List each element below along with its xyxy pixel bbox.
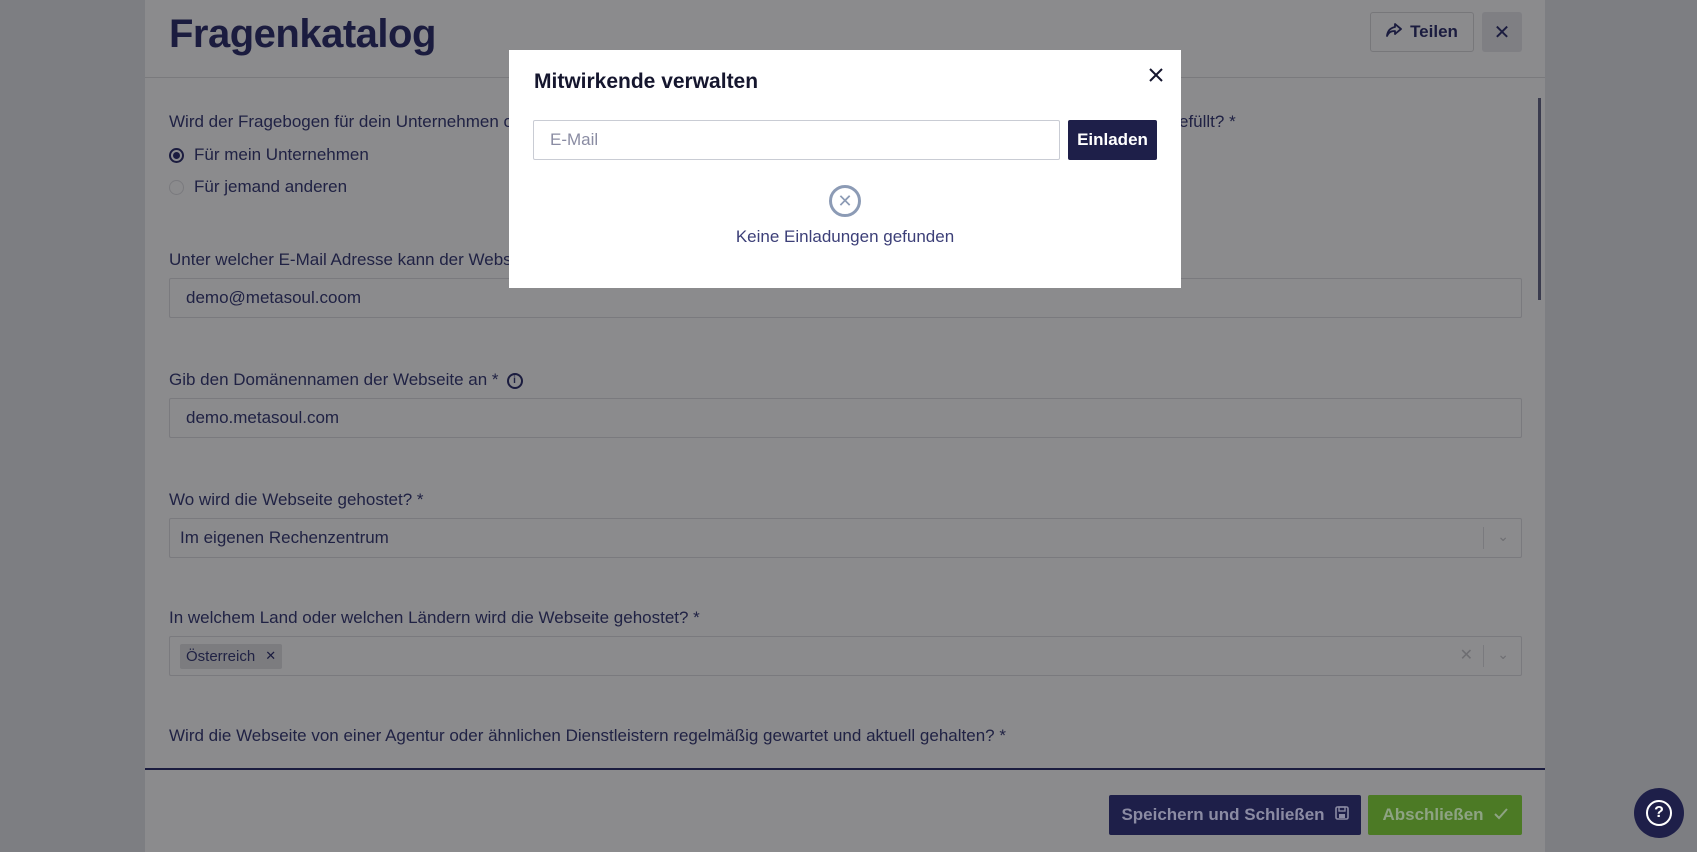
- question-1-label: Wird der Fragebogen für dein Unternehmen…: [169, 112, 513, 131]
- question-4-label: Wo wird die Webseite gehostet? *: [169, 490, 424, 509]
- check-icon: [1493, 805, 1508, 825]
- question-3-label: Gib den Domänennamen der Webseite an * i: [169, 370, 523, 390]
- select-separator: [1483, 645, 1484, 667]
- question-5-label: In welchem Land oder welchen Ländern wir…: [169, 608, 700, 627]
- question-1-label-tail: efüllt? *: [1179, 112, 1236, 131]
- domain-field[interactable]: demo.metasoul.com: [169, 398, 1522, 438]
- empty-circle-x-icon: ✕: [829, 185, 861, 217]
- clear-icon[interactable]: ✕: [1460, 645, 1473, 665]
- select-separator: [1483, 527, 1484, 549]
- invite-button[interactable]: Einladen: [1068, 120, 1157, 160]
- question-2-label: Unter welcher E-Mail Adresse kann der We…: [169, 250, 512, 269]
- share-icon: [1386, 22, 1402, 42]
- help-button[interactable]: ?: [1634, 788, 1684, 838]
- save-icon: [1334, 805, 1349, 825]
- finish-button[interactable]: Abschließen: [1368, 795, 1522, 835]
- chevron-down-icon[interactable]: ⌄: [1497, 646, 1509, 663]
- question-6-label: Wird die Webseite von einer Agentur oder…: [169, 726, 1006, 745]
- close-icon: ✕: [1493, 21, 1511, 44]
- modal-title: Mitwirkende verwalten: [534, 70, 759, 93]
- country-chip: Österreich ✕: [180, 643, 283, 669]
- radio-selected-icon: [169, 147, 184, 163]
- share-button[interactable]: Teilen: [1370, 12, 1474, 52]
- help-icon: ?: [1646, 800, 1672, 826]
- page-title: Fragenkatalog: [169, 12, 436, 56]
- close-page-button[interactable]: ✕: [1482, 12, 1522, 52]
- hosting-select[interactable]: Im eigenen Rechenzentrum ⌄: [169, 518, 1522, 558]
- modal-close-button[interactable]: [1143, 62, 1169, 88]
- manage-contributors-modal: Mitwirkende verwalten Einladen ✕ Keine E…: [509, 50, 1181, 288]
- footer-bar: Speichern und Schließen Abschließen: [145, 768, 1545, 852]
- radio-unselected-icon: [169, 179, 184, 195]
- chevron-down-icon[interactable]: ⌄: [1497, 528, 1509, 545]
- chip-remove-icon[interactable]: ✕: [265, 648, 276, 664]
- info-icon[interactable]: i: [506, 372, 523, 389]
- invite-email-input[interactable]: [533, 120, 1060, 160]
- radio-someone-else[interactable]: Für jemand anderen: [169, 177, 347, 197]
- country-multiselect[interactable]: Österreich ✕ ✕ ⌄: [169, 636, 1522, 676]
- radio-own-company[interactable]: Für mein Unternehmen: [169, 145, 369, 165]
- empty-state-text: Keine Einladungen gefunden: [735, 227, 955, 246]
- close-icon: [1149, 68, 1163, 82]
- save-and-close-button[interactable]: Speichern und Schließen: [1109, 795, 1361, 835]
- scrollbar[interactable]: [1538, 98, 1541, 300]
- share-label: Teilen: [1410, 22, 1458, 41]
